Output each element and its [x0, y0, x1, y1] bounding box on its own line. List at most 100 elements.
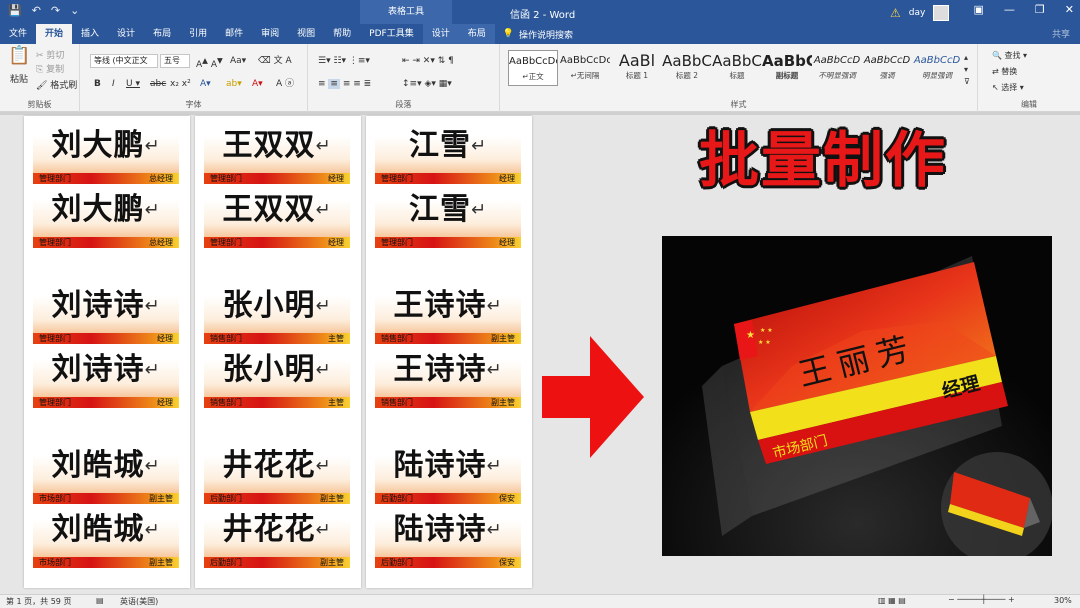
tab-review[interactable]: 审阅 — [252, 24, 288, 44]
zoom-slider[interactable]: − ─────┼──── + — [948, 595, 1015, 604]
name-card[interactable]: 王诗诗↵ 销售部门 副主管 — [375, 344, 521, 408]
tab-references[interactable]: 引用 — [180, 24, 216, 44]
tab-table-design[interactable]: 设计 — [422, 24, 459, 44]
name-card[interactable]: 王双双↵ 管理部门 经理 — [204, 184, 350, 248]
font-color-icon[interactable]: A▾ — [252, 78, 263, 90]
name-card[interactable]: 江雪↵ 管理部门 经理 — [375, 184, 521, 248]
redo-icon[interactable]: ↷ — [51, 4, 60, 17]
paragraph-mark-icon: ↵ — [315, 359, 332, 381]
tab-insert[interactable]: 插入 — [72, 24, 108, 44]
table-tent-illustration: ★ ★ ★ ★ ★ 王丽芳 经理 市场部门 — [662, 236, 1052, 556]
name-card[interactable]: 刘诗诗↵ 管理部门 经理 — [33, 344, 179, 408]
view-mode-icons[interactable]: ▥ ▦ ▤ — [878, 596, 906, 605]
format-painter-button[interactable]: 🖌 格式刷 — [36, 80, 77, 92]
tell-me-box[interactable]: 💡 操作说明搜索 — [495, 28, 581, 41]
style-subtle-emphasis[interactable]: AaBbCcD 不明显强调 — [812, 50, 862, 86]
name-card[interactable]: 刘诗诗↵ 管理部门 经理 — [33, 280, 179, 344]
paragraph-mark-icon: ↵ — [486, 359, 503, 381]
style-normal[interactable]: AaBbCcDc ↵正文 — [508, 50, 558, 86]
editing-group-label: 编辑 — [1021, 100, 1037, 109]
save-icon[interactable]: 💾 — [8, 4, 22, 17]
name-card[interactable]: 张小明↵ 销售部门 主管 — [204, 344, 350, 408]
minimize-icon[interactable]: — — [1004, 3, 1015, 16]
select-button[interactable]: ↖ 选择 ▾ — [992, 82, 1024, 93]
indent-icon[interactable]: ⇤ ⇥ ✕▾ ⇅ ¶ — [402, 55, 454, 67]
name-card[interactable]: 陆诗诗↵ 后勤部门 保安 — [375, 440, 521, 504]
style-subtitle[interactable]: AaBbC 副标题 — [762, 50, 812, 86]
italic-icon[interactable]: I — [112, 78, 115, 90]
find-button[interactable]: 🔍 查找 ▾ — [992, 50, 1027, 61]
style-emphasis[interactable]: AaBbCcD 强调 — [862, 50, 912, 86]
font-name-select[interactable]: 等线 (中文正文 — [90, 54, 158, 68]
name-card[interactable]: 刘大鹏↵ 管理部门 总经理 — [33, 120, 179, 184]
undo-icon[interactable]: ↶ — [32, 4, 41, 17]
text-effects-icon[interactable]: A▾ — [200, 78, 211, 90]
font-size-select[interactable]: 五号 — [160, 54, 190, 68]
card-dept: 管理部门 — [39, 174, 71, 183]
style-heading-1[interactable]: AaBl 标题 1 — [612, 50, 662, 86]
name-card[interactable]: 张小明↵ 销售部门 主管 — [204, 280, 350, 344]
tab-file[interactable]: 文件 — [0, 24, 36, 44]
page-count[interactable]: 第 1 页，共 59 页 — [6, 596, 71, 607]
card-band: 管理部门 经理 — [375, 237, 521, 248]
card-title: 保安 — [499, 494, 515, 503]
highlight-icon[interactable]: ab▾ — [226, 78, 242, 90]
customize-qat-icon[interactable]: ⌄ — [70, 4, 79, 17]
paste-label[interactable]: 粘贴 — [10, 74, 28, 86]
tab-view[interactable]: 视图 — [288, 24, 324, 44]
font-group-label: 字体 — [185, 100, 202, 109]
clear-format-icon[interactable]: ⌫ 文 A — [258, 55, 292, 67]
style-no-spacing[interactable]: AaBbCcDc ↵无间隔 — [560, 50, 610, 86]
tab-layout[interactable]: 布局 — [144, 24, 180, 44]
replace-button[interactable]: ⇄ 替换 — [992, 66, 1017, 77]
card-title: 经理 — [499, 174, 515, 183]
strikethrough-icon[interactable]: abc — [150, 78, 166, 90]
tab-design[interactable]: 设计 — [108, 24, 144, 44]
name-card[interactable]: 刘皓城↵ 市场部门 副主管 — [33, 440, 179, 504]
change-case-icon[interactable]: Aa▾ — [230, 55, 246, 67]
tab-mailings[interactable]: 邮件 — [216, 24, 252, 44]
underline-icon[interactable]: U ▾ — [126, 78, 140, 90]
style-intense-emphasis[interactable]: AaBbCcD 明显强调 — [912, 50, 962, 86]
bold-icon[interactable]: B — [94, 78, 101, 90]
style-heading-2[interactable]: AaBbC 标题 2 — [662, 50, 712, 86]
name-card[interactable]: 王双双↵ 管理部门 经理 — [204, 120, 350, 184]
tab-pdf-tools[interactable]: PDF工具集 — [360, 24, 423, 44]
align-icons[interactable]: ≡ ≡ ≡ ≡ ≣ — [318, 78, 371, 90]
name-card[interactable]: 刘大鹏↵ 管理部门 总经理 — [33, 184, 179, 248]
card-name: 江雪↵ — [408, 128, 488, 163]
paragraph-mark-icon: ↵ — [144, 359, 161, 381]
line-spacing-icon[interactable]: ↕≡▾ ◈▾ ▦▾ — [402, 78, 452, 90]
styles-scroll-icon[interactable]: ▴ ▾ ⊽ — [964, 52, 970, 88]
name-card[interactable]: 刘皓城↵ 市场部门 副主管 — [33, 504, 179, 568]
name-card[interactable]: 井花花↵ 后勤部门 副主管 — [204, 504, 350, 568]
cut-button[interactable]: ✂ 剪切 — [36, 50, 64, 62]
name-card[interactable]: 陆诗诗↵ 后勤部门 保安 — [375, 504, 521, 568]
name-card[interactable]: 江雪↵ 管理部门 经理 — [375, 120, 521, 184]
copy-button[interactable]: ⎘ 复制 — [36, 64, 64, 76]
warning-icon[interactable]: ⚠ — [890, 6, 901, 20]
char-shading-icon[interactable]: A ⓐ — [276, 78, 294, 90]
tab-table-layout[interactable]: 布局 — [458, 24, 495, 44]
card-dept: 管理部门 — [381, 174, 413, 183]
paste-icon[interactable]: 📋 — [8, 47, 30, 65]
subscript-icon[interactable]: x₂ x² — [170, 78, 191, 90]
user-name[interactable]: day — [909, 8, 926, 18]
proofing-icon[interactable]: ▤ — [96, 596, 104, 605]
bullets-icon[interactable]: ☰▾ ☷▾ ⋮≡▾ — [318, 55, 370, 67]
tab-help[interactable]: 帮助 — [324, 24, 360, 44]
zoom-level[interactable]: 30% — [1054, 596, 1072, 605]
grow-shrink-font-icon[interactable]: A▲ A▼ — [196, 55, 223, 71]
card-band: 销售部门 主管 — [204, 397, 350, 408]
avatar[interactable] — [933, 5, 950, 21]
name-card[interactable]: 井花花↵ 后勤部门 副主管 — [204, 440, 350, 504]
card-title: 经理 — [157, 398, 173, 407]
share-button[interactable]: 共享 — [1052, 27, 1070, 40]
close-icon[interactable]: ✕ — [1065, 3, 1074, 16]
ribbon-display-icon[interactable]: ▣ — [974, 3, 984, 16]
tab-home[interactable]: 开始 — [36, 24, 73, 44]
style-title[interactable]: AaBbC 标题 — [712, 50, 762, 86]
name-card[interactable]: 王诗诗↵ 销售部门 副主管 — [375, 280, 521, 344]
language-indicator[interactable]: 英语(美国) — [120, 596, 158, 607]
restore-icon[interactable]: ❐ — [1035, 3, 1045, 16]
